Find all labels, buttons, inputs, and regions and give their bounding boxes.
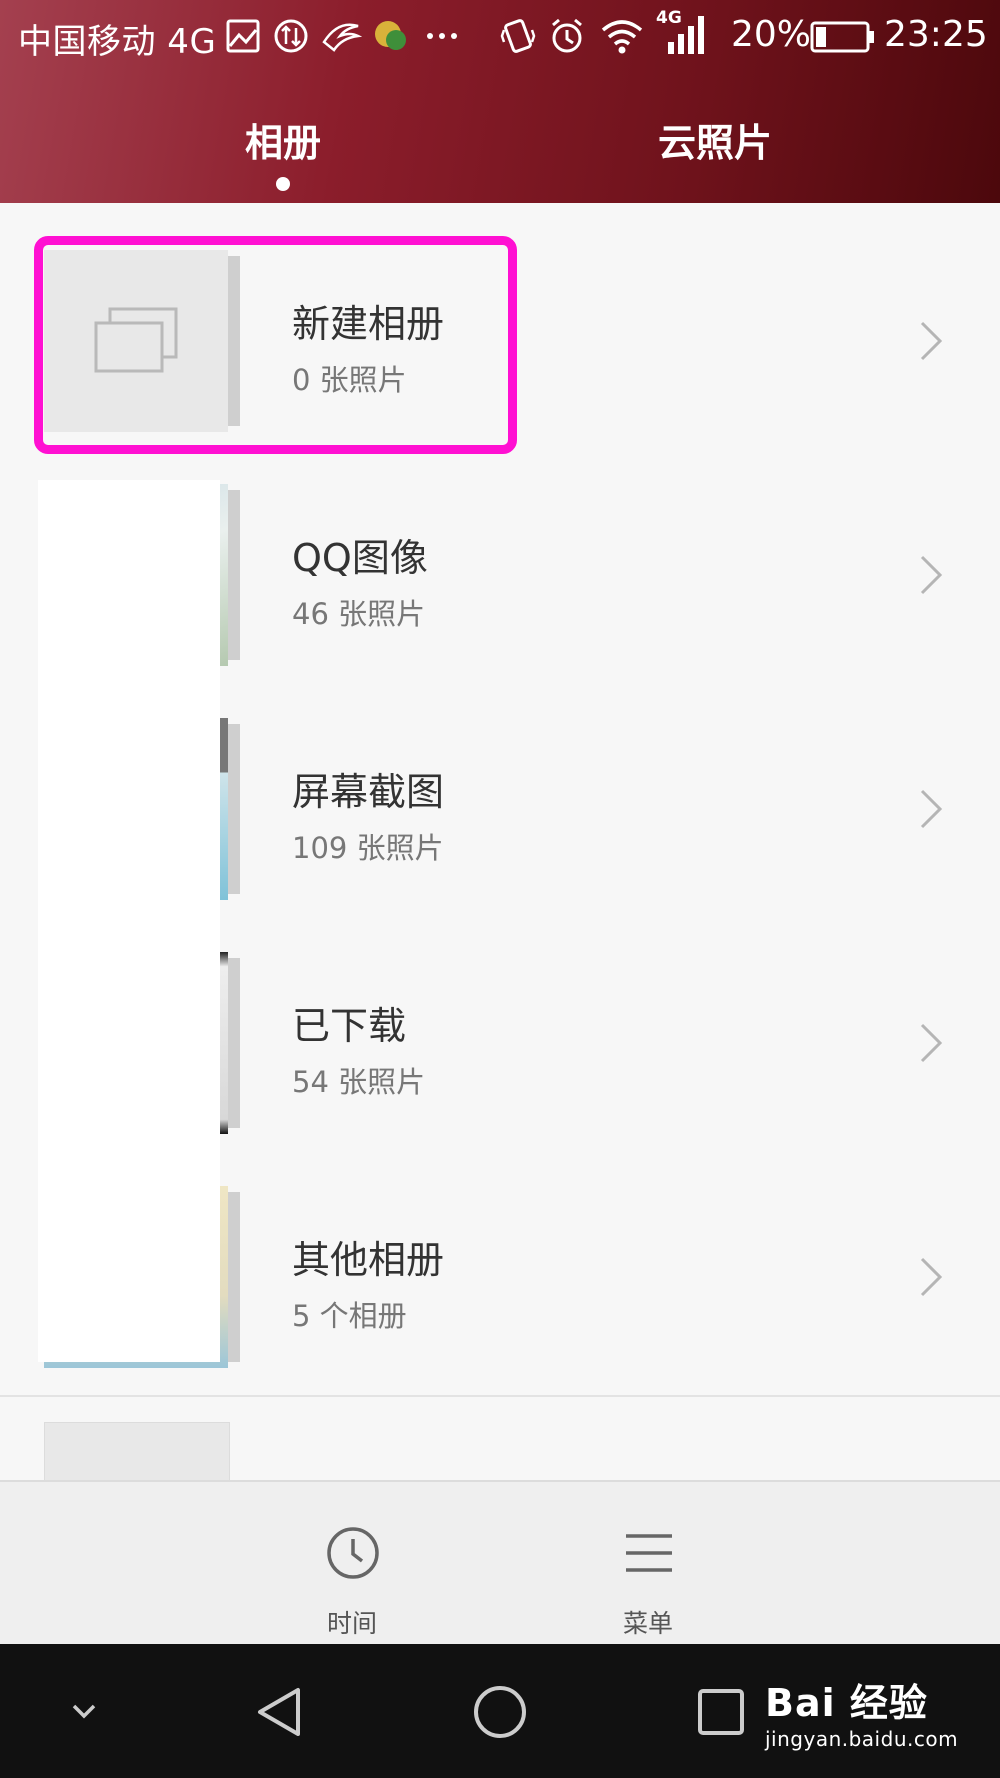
home-icon[interactable]: [470, 1680, 530, 1744]
image-icon: [226, 19, 260, 53]
album-name: 已下载: [292, 1004, 407, 1048]
album-name: 其他相册: [292, 1238, 445, 1282]
album-name: QQ图像: [292, 536, 428, 580]
tab-albums[interactable]: 相册: [245, 112, 321, 167]
chevron-right-icon: [920, 789, 943, 829]
wifi-icon: [601, 20, 643, 54]
active-tab-indicator: [276, 177, 290, 191]
album-thumbnail: [44, 1422, 230, 1483]
battery-icon: [810, 21, 874, 53]
alarm-icon: [552, 18, 582, 53]
album-row-partial[interactable]: [0, 1398, 1000, 1483]
hide-nav-chevron-icon[interactable]: [64, 1680, 104, 1744]
hamburger-menu-icon: [626, 1534, 672, 1572]
chevron-right-icon: [920, 555, 943, 595]
recent-apps-icon[interactable]: [694, 1680, 748, 1744]
album-count: 5 个相册: [292, 1299, 407, 1333]
highlight-annotation: [34, 236, 517, 454]
vibrate-icon: [500, 19, 536, 53]
chevron-right-icon: [920, 1023, 943, 1063]
chevron-right-icon: [920, 321, 943, 361]
clock-icon: [327, 1527, 379, 1579]
redaction-overlay: [38, 480, 220, 1362]
data-sync-icon: [274, 19, 308, 53]
bottom-toolbar: 时间 菜单: [0, 1480, 1000, 1646]
carrier-label: 中国移动 4G: [18, 22, 217, 62]
more-dots-icon: [427, 33, 457, 39]
tab-cloud-photos[interactable]: 云照片: [658, 112, 772, 167]
time-view-button[interactable]: 时间: [252, 1482, 452, 1646]
album-name: 屏幕截图: [292, 770, 445, 814]
list-top-spacer: [0, 203, 1000, 226]
menu-label: 菜单: [622, 1609, 673, 1638]
menu-button[interactable]: 菜单: [548, 1482, 748, 1646]
back-icon[interactable]: [252, 1680, 308, 1744]
chevron-right-icon: [920, 1257, 943, 1297]
status-bar: 中国移动 4G 4G 20% 23:25: [0, 0, 1000, 72]
weather-app-icon: [375, 21, 406, 50]
album-count: 109 张照片: [292, 831, 444, 865]
clock: 23:25: [884, 14, 988, 55]
network-badge: 4G: [656, 8, 682, 28]
album-count: 54 张照片: [292, 1065, 426, 1099]
time-label: 时间: [326, 1609, 377, 1638]
sparrow-app-icon: [322, 23, 362, 52]
album-count: 46 张照片: [292, 597, 426, 631]
baidu-jingyan-watermark: Bai 经验 jingyan.baidu.com: [765, 1681, 959, 1751]
system-nav-bar: Bai 经验 jingyan.baidu.com: [0, 1644, 1000, 1778]
battery-percent: 20%: [731, 14, 812, 55]
app-header: 中国移动 4G 4G 20% 23:25 相册 云照片: [0, 0, 1000, 203]
